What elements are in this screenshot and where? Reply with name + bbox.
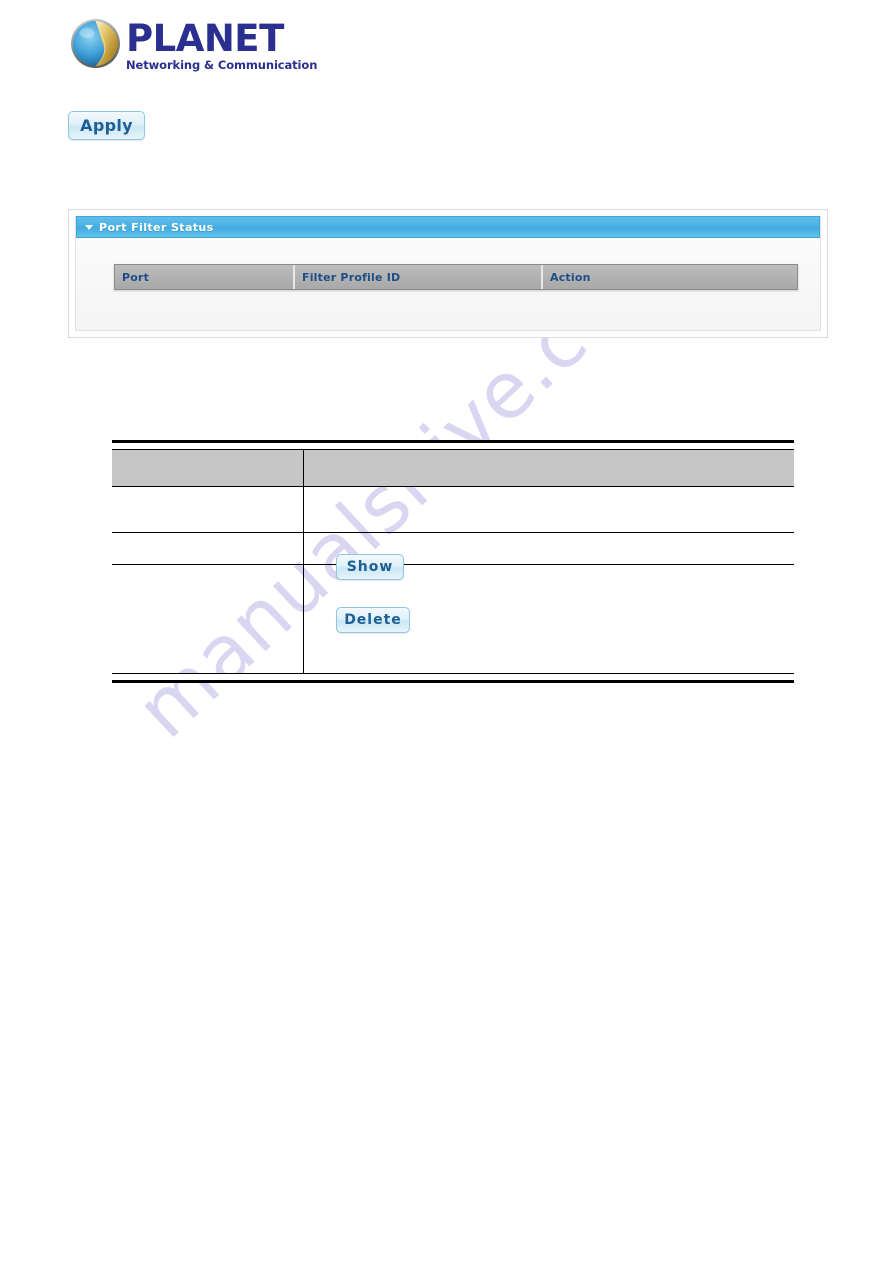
apply-button[interactable]: Apply	[68, 111, 145, 140]
panel-header[interactable]: Port Filter Status	[76, 216, 820, 238]
row-label-cell	[112, 564, 304, 674]
row-label-cell	[112, 486, 304, 533]
column-header-action: Action	[550, 270, 591, 284]
table-bottom-rule	[112, 673, 794, 683]
table-top-rule	[112, 440, 794, 450]
column-header-filter-profile-id: Filter Profile ID	[295, 265, 543, 289]
row-label-cell	[112, 532, 304, 565]
brand-name: PLANET	[126, 17, 284, 60]
header-cell-object	[112, 449, 304, 487]
port-filter-status-panel: Port Filter Status Port Filter Profile I…	[68, 209, 828, 338]
table-row	[112, 532, 794, 565]
table-row	[112, 564, 794, 674]
column-header-port: Port	[115, 265, 295, 289]
brand-wordmark: PLANET Networking & Communication	[126, 20, 317, 72]
delete-button[interactable]: Delete	[336, 607, 410, 633]
row-description-cell	[303, 486, 794, 533]
globe-icon	[71, 19, 120, 68]
panel-title: Port Filter Status	[99, 220, 214, 234]
table-header-row	[112, 449, 794, 487]
show-button[interactable]: Show	[336, 554, 404, 580]
brand-tagline: Networking & Communication	[126, 58, 318, 72]
header-cell-description	[303, 449, 794, 487]
table-row	[112, 486, 794, 533]
brand-logo: PLANET Networking & Communication	[70, 14, 370, 76]
port-filter-status-table: Port Filter Profile ID Action	[114, 264, 798, 290]
parameter-description-table	[112, 440, 794, 683]
triangle-down-icon[interactable]	[85, 224, 93, 230]
panel-body: Port Filter Status Port Filter Profile I…	[75, 216, 821, 331]
